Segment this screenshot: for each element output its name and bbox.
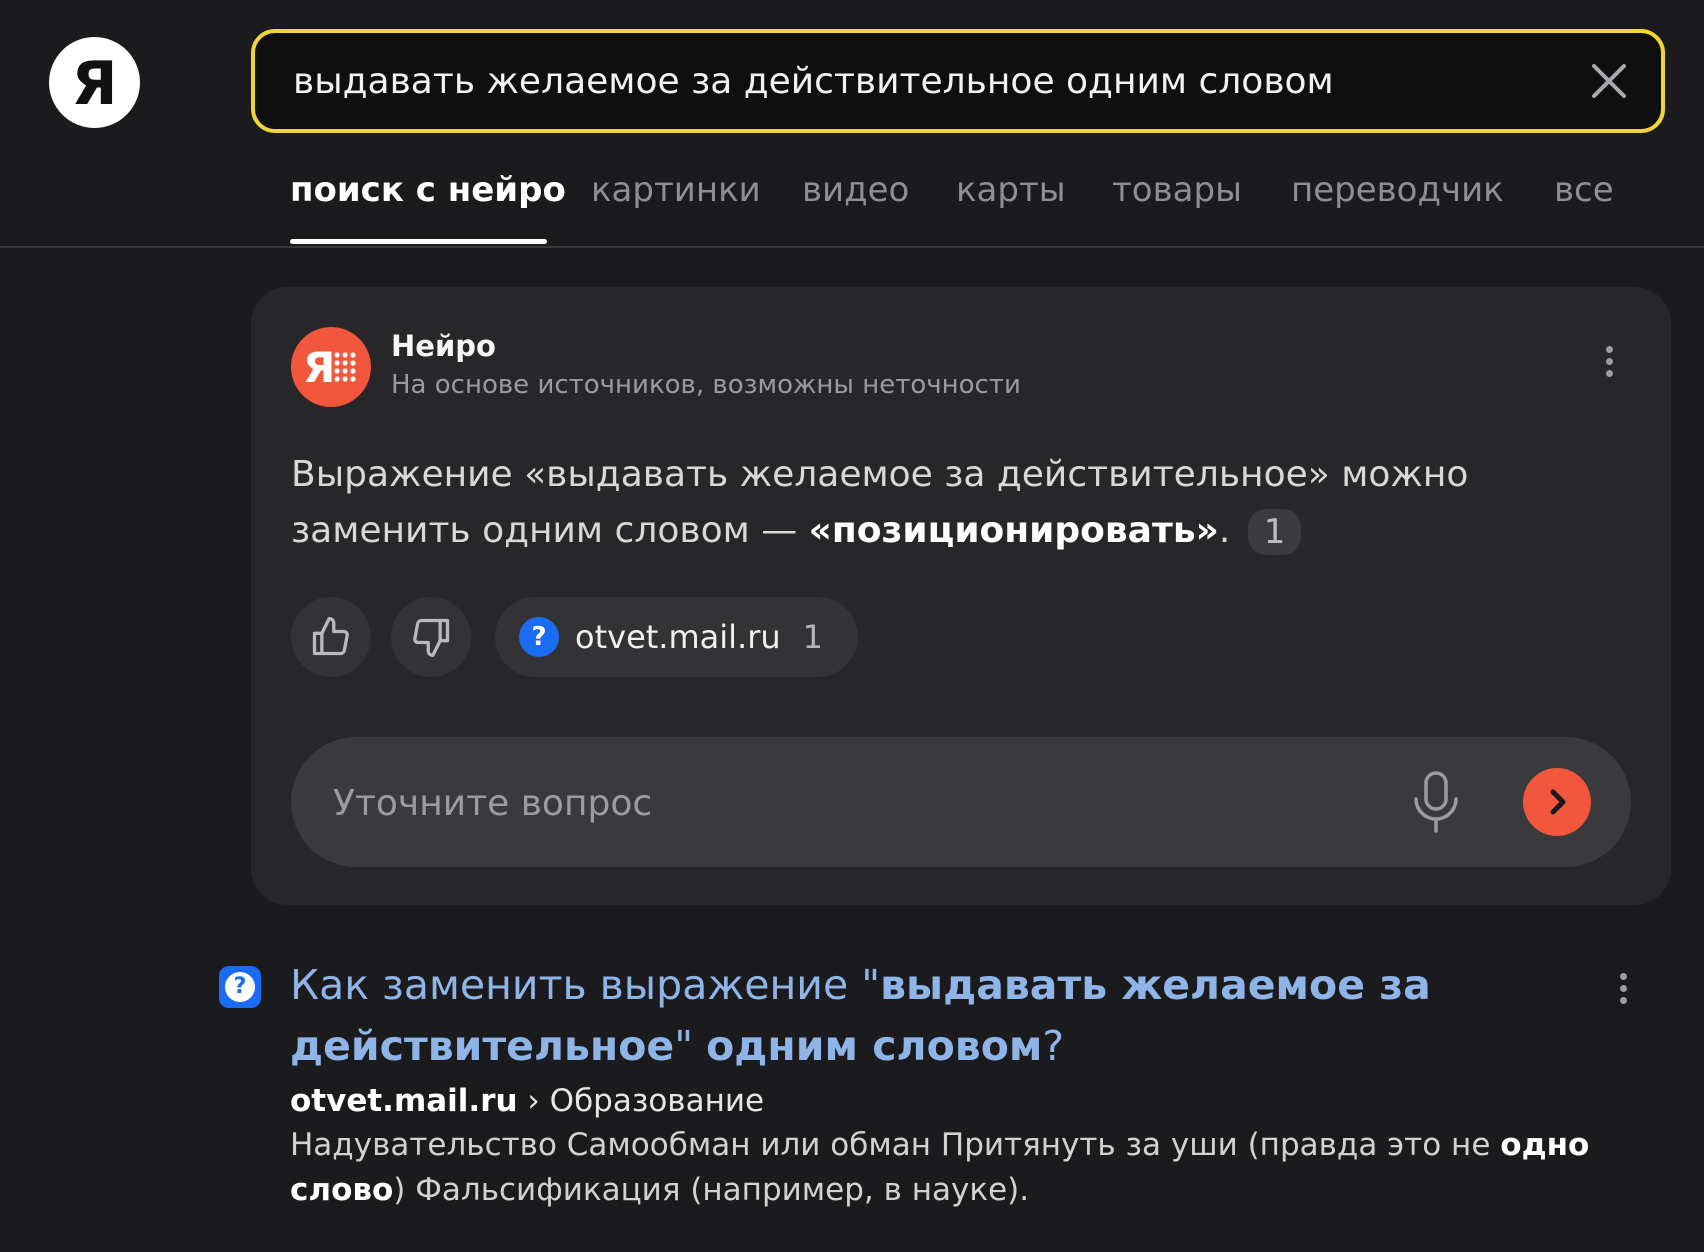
result-site: otvet.mail.ru [290, 1083, 518, 1119]
tab-translator[interactable]: переводчик [1291, 170, 1504, 210]
reference-badge[interactable]: 1 [1247, 509, 1302, 555]
result-snippet: Надувательство Самообман или обман Притя… [290, 1123, 1600, 1213]
result-more-menu-button[interactable] [1620, 968, 1627, 1009]
source-count: 1 [802, 618, 823, 656]
result-title-link[interactable]: Как заменить выражение "выдавать желаемо… [290, 955, 1600, 1077]
search-tabs: поиск с нейро картинки видео карты товар… [0, 150, 1704, 248]
like-button[interactable] [291, 597, 371, 677]
tab-neuro-search[interactable]: поиск с нейро [290, 170, 566, 210]
result-path: › Образование [517, 1083, 765, 1119]
title-highlight: одним словом [706, 1022, 1043, 1070]
send-question-button[interactable] [1523, 768, 1591, 836]
neuro-avatar: Я [291, 327, 371, 407]
answer-end: . [1218, 510, 1231, 551]
answer-highlight: «позиционировать» [808, 510, 1219, 551]
source-chip[interactable]: ? otvet.mail.ru 1 [495, 597, 858, 677]
close-icon [1592, 64, 1626, 98]
result-breadcrumb[interactable]: otvet.mail.ru › Образование [290, 1083, 1590, 1119]
followup-box [291, 737, 1631, 869]
chevron-right-icon [1550, 789, 1566, 815]
active-tab-indicator [290, 239, 547, 244]
neuro-more-menu-button[interactable] [1606, 341, 1613, 382]
thumbs-down-icon [413, 618, 450, 657]
otvet-mail-favicon: ? [219, 966, 261, 1008]
search-result: Как заменить выражение "выдавать желаемо… [290, 955, 1590, 1213]
snippet-text: Надувательство Самообман или обман Притя… [290, 1127, 1501, 1163]
neuro-title: Нейро [391, 329, 496, 363]
tab-products[interactable]: товары [1112, 170, 1242, 210]
tab-images[interactable]: картинки [591, 170, 761, 210]
tab-maps[interactable]: карты [956, 170, 1066, 210]
title-text: ? [1042, 1022, 1065, 1070]
title-text: Как заменить выражение " [290, 961, 881, 1009]
search-box[interactable] [251, 29, 1665, 133]
source-site: otvet.mail.ru [575, 618, 781, 656]
otvet-mail-icon: ? [519, 617, 559, 657]
svg-text:Я: Я [303, 343, 335, 392]
title-text: " [674, 1022, 707, 1070]
thumbs-up-icon [312, 617, 349, 656]
logo-letter: Я [71, 48, 118, 119]
clear-search-button[interactable] [1579, 51, 1639, 111]
yandex-logo[interactable]: Я [49, 37, 140, 128]
search-input[interactable] [255, 59, 1579, 103]
voice-input-button[interactable] [1401, 767, 1471, 837]
neuro-logo-icon: Я [303, 343, 356, 392]
snippet-text: ) Фальсификация (например, в науке). [393, 1172, 1030, 1208]
neuro-subtitle: На основе источников, возможны неточност… [391, 370, 1021, 400]
followup-input[interactable] [331, 737, 1335, 869]
tab-video[interactable]: видео [802, 170, 909, 210]
tab-all[interactable]: все [1554, 170, 1614, 210]
microphone-icon [1414, 771, 1458, 833]
dislike-button[interactable] [391, 597, 471, 677]
neuro-answer-card: Я Нейро На основе источников, возможны н… [251, 287, 1671, 905]
neuro-answer-text: Выражение «выдавать желаемое за действит… [291, 447, 1651, 559]
